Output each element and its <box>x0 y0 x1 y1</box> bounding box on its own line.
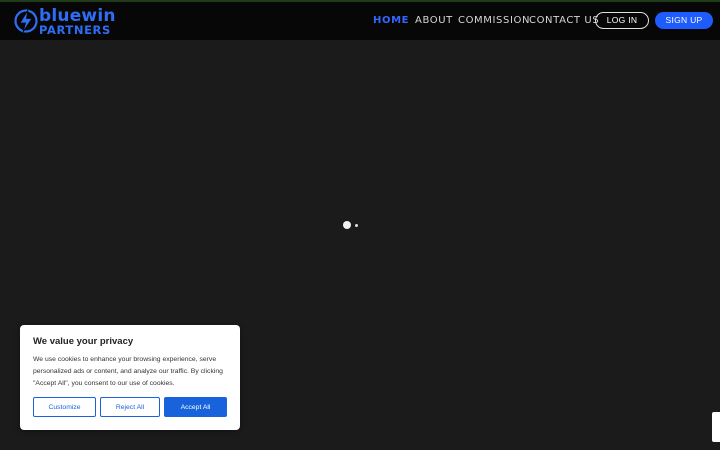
nav-contact-link[interactable]: CONTACT US <box>529 15 599 26</box>
loading-dot <box>355 223 358 227</box>
nav-about-link[interactable]: ABOUT <box>415 15 453 26</box>
cookie-consent-banner: We value your privacy We use cookies to … <box>20 325 240 430</box>
side-widget-tab[interactable] <box>712 412 720 442</box>
site-header: bluewin PARTNERS HOME ABOUT COMMISSION C… <box>0 2 720 40</box>
signup-button[interactable]: SIGN UP <box>655 12 713 29</box>
login-button[interactable]: LOG IN <box>595 12 649 29</box>
lightning-bolt-icon <box>14 9 38 33</box>
nav-commission-link[interactable]: COMMISSION <box>458 15 530 26</box>
brand-logo[interactable]: bluewin PARTNERS <box>14 6 115 38</box>
loading-indicator <box>343 221 363 229</box>
loading-dot <box>343 221 351 229</box>
nav-home-link[interactable]: HOME <box>373 15 409 26</box>
customize-button[interactable]: Customize <box>33 397 96 417</box>
accept-all-button[interactable]: Accept All <box>164 397 227 417</box>
reject-all-button[interactable]: Reject All <box>100 397 160 417</box>
brand-subname: PARTNERS <box>39 23 111 37</box>
cookie-banner-title: We value your privacy <box>33 336 134 347</box>
cookie-banner-text: We use cookies to enhance your browsing … <box>33 356 223 387</box>
